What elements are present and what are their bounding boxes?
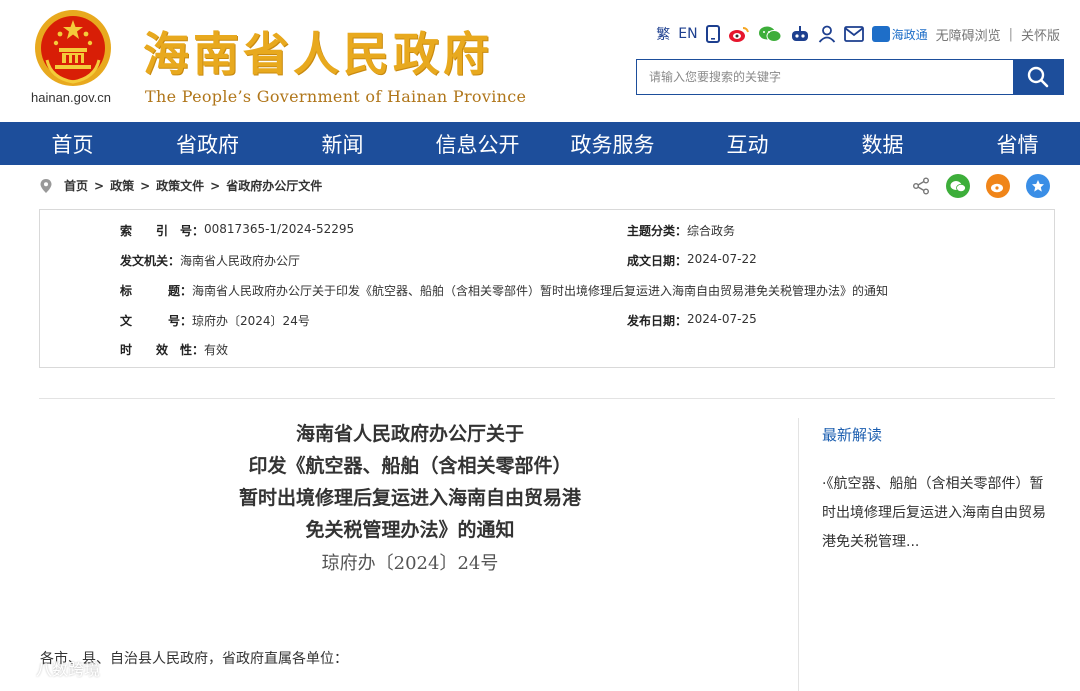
search-icon (1027, 66, 1049, 88)
meta-date: 成文日期： 2024-07-22 (627, 252, 757, 269)
nav-item-province[interactable]: 省情 (955, 122, 1080, 165)
main-nav: 首页 省政府 新闻 信息公开 政务服务 互动 数据 省情 (0, 122, 1080, 165)
breadcrumb-sep: > (210, 178, 221, 193)
user-icon[interactable] (818, 24, 836, 44)
nav-item-interaction[interactable]: 互动 (685, 122, 810, 165)
sidebar-title: 最新解读 (822, 426, 883, 444)
wechat-icon[interactable] (758, 24, 782, 44)
meta-pubdate: 发布日期： 2024-07-25 (627, 312, 757, 329)
site-subtitle: The People’s Government of Hainan Provin… (145, 87, 527, 106)
meta-date-label: 成文日期： (627, 254, 688, 268)
accessible-browse-link[interactable]: 无障碍浏览 (936, 25, 1001, 44)
watermark: 八数跨境 (10, 656, 100, 680)
meta-issuer-label: 发文机关： (120, 254, 181, 268)
meta-topic-value: 综合政务 (687, 224, 736, 238)
nav-item-disclosure[interactable]: 信息公开 (415, 122, 540, 165)
meta-title: 标 题： 海南省人民政府办公厅关于印发《航空器、船舶（含相关零部件）暂时出境修理… (120, 282, 888, 299)
meta-index: 索 引 号： 00817365-1/2024-52295 (120, 222, 354, 239)
article-title-line: 印发《航空器、船舶（含相关零部件） (248, 455, 572, 477)
top-toolbar: 繁 EN 海政通 无障碍浏览 | 关怀版 (656, 24, 1060, 44)
meta-pubdate-label: 发布日期： (627, 314, 688, 328)
robot-icon[interactable] (790, 24, 810, 44)
share-icon[interactable] (912, 177, 930, 195)
share-weibo-icon[interactable] (986, 174, 1010, 198)
site-domain: hainan.gov.cn (31, 90, 111, 105)
share-wechat-icon[interactable] (946, 174, 970, 198)
watermark-text: 八数跨境 (36, 660, 101, 679)
mail-icon[interactable] (843, 24, 864, 44)
article-title-line: 暂时出境修理后复运进入海南自由贸易港 (238, 487, 581, 509)
weibo-icon[interactable] (728, 24, 750, 44)
meta-topic: 主题分类： 综合政务 (627, 222, 735, 239)
nav-item-services[interactable]: 政务服务 (540, 122, 685, 165)
meta-topic-label: 主题分类： (627, 224, 688, 238)
breadcrumb-home[interactable]: 首页 (64, 177, 88, 194)
watermark-logo-icon (11, 660, 31, 674)
nav-item-news[interactable]: 新闻 (270, 122, 415, 165)
meta-validity-label: 时 效 性： (120, 343, 205, 357)
meta-title-label: 标 题： (120, 284, 193, 298)
meta-validity-value: 有效 (204, 343, 229, 357)
national-emblem-icon[interactable] (33, 8, 113, 88)
breadcrumb-sep: > (94, 178, 105, 193)
traditional-chinese-link[interactable]: 繁 (656, 24, 670, 44)
meta-issuer: 发文机关： 海南省人民政府办公厅 (120, 252, 300, 269)
meta-pubdate-value: 2024-07-25 (687, 312, 757, 326)
breadcrumb-policy-docs[interactable]: 政策文件 (156, 177, 204, 194)
sidebar-divider (798, 418, 799, 691)
meta-date-value: 2024-07-22 (687, 252, 757, 266)
search-input[interactable] (637, 60, 1013, 94)
meta-docno-value: 琼府办〔2024〕24号 (192, 314, 310, 328)
meta-validity: 时 效 性： 有效 (120, 341, 228, 358)
article-doc-number: 琼府办〔2024〕24号 (321, 553, 499, 574)
share-bar (912, 174, 1050, 198)
share-favorite-icon[interactable] (1026, 174, 1050, 198)
hainantong-icon (871, 26, 890, 42)
article-title-line: 海南省人民政府办公厅关于 (295, 423, 524, 445)
site-title[interactable]: 海南省人民政府 (143, 18, 493, 84)
topbar-separator: | (1008, 26, 1013, 42)
document-meta-box: 索 引 号： 00817365-1/2024-52295 主题分类： 综合政务 … (39, 209, 1055, 368)
breadcrumb-policy[interactable]: 政策 (110, 177, 134, 194)
breadcrumb: 首页 > 政策 > 政策文件 > 省政府办公厅文件 (40, 177, 322, 194)
nav-item-home[interactable]: 首页 (0, 122, 145, 165)
meta-title-value: 海南省人民政府办公厅关于印发《航空器、船舶（含相关零部件）暂时出境修理后复运进入… (192, 284, 889, 298)
content-divider (39, 398, 1055, 399)
mobile-icon[interactable] (705, 24, 720, 44)
meta-index-value: 00817365-1/2024-52295 (204, 222, 355, 236)
hainantong-label: 海政通 (891, 27, 928, 42)
english-link[interactable]: EN (678, 24, 697, 44)
nav-item-gov[interactable]: 省政府 (145, 122, 270, 165)
search-button[interactable] (1013, 60, 1063, 94)
meta-docno: 文 号： 琼府办〔2024〕24号 (120, 312, 310, 329)
nav-item-data[interactable]: 数据 (810, 122, 955, 165)
elderly-mode-link[interactable]: 关怀版 (1021, 25, 1060, 44)
search-box (636, 59, 1064, 95)
sidebar-interpretation-link[interactable]: ·《航空器、船舶（含相关零部件）暂时出境修理后复运进入海南自由贸易港免关税管理.… (822, 470, 1052, 557)
article-title: 海南省人民政府办公厅关于 印发《航空器、船舶（含相关零部件） 暂时出境修理后复运… (160, 418, 660, 546)
breadcrumb-office-docs[interactable]: 省政府办公厅文件 (226, 177, 322, 194)
meta-issuer-value: 海南省人民政府办公厅 (180, 254, 301, 268)
meta-index-label: 索 引 号： (120, 224, 205, 238)
site-header: hainan.gov.cn 海南省人民政府 The People’s Gover… (0, 0, 1080, 122)
article-title-line: 免关税管理办法》的通知 (305, 519, 515, 541)
meta-docno-label: 文 号： (120, 314, 193, 328)
breadcrumb-sep: > (140, 178, 151, 193)
hainantong-link[interactable]: 海政通 (871, 26, 928, 43)
location-pin-icon (40, 178, 52, 193)
